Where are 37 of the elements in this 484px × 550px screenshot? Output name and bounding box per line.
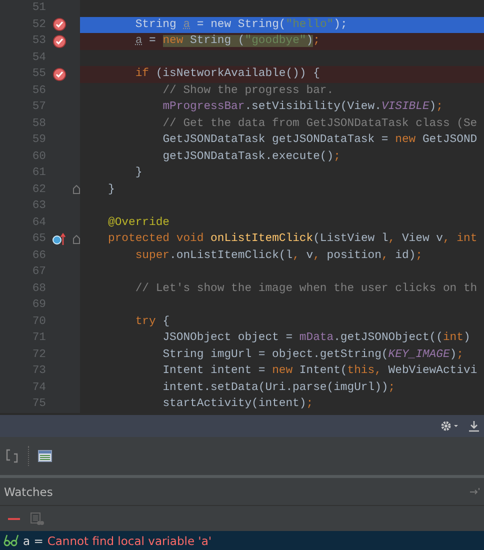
code-line: super.onListItemClick(l, v, position, id); — [134, 250, 422, 262]
breakpoint-icon[interactable] — [52, 34, 66, 48]
watch-name: a = — [23, 534, 44, 548]
breakpoint-icon[interactable] — [52, 18, 66, 32]
watch-value: Cannot find local variable 'a' — [47, 534, 212, 548]
code-line: mProgressBar.setVisibility(View.VISIBLE); — [162, 101, 443, 114]
code-line: // Let's show the image when the user clicks on th — [134, 282, 478, 295]
code-line: JSONObject object = mData.getJSONObject((int) — [162, 332, 470, 344]
code-line: intent.setData(Uri.parse(imgUrl)); — [162, 382, 396, 394]
code-line: // Show the progress bar. — [162, 84, 334, 97]
download-icon[interactable] — [468, 420, 480, 432]
code-line: String a = new String("hello"); — [134, 18, 348, 31]
watch-settings-icon[interactable] — [30, 512, 44, 526]
code-line: Intent intent = new Intent(this, WebViewActivi — [162, 365, 478, 378]
table-icon[interactable] — [38, 450, 52, 462]
code-line: if (isNetworkAvailable()) { — [134, 68, 320, 80]
settings-icon[interactable] — [440, 420, 460, 432]
code-line: startActivity(intent); — [162, 398, 314, 410]
fold-icon[interactable] — [72, 234, 80, 244]
fold-icon[interactable] — [72, 185, 80, 194]
code-line: // Get the data from GetJSONDataTask class (Se — [162, 118, 478, 130]
breakpoint-icon[interactable] — [52, 68, 66, 81]
code-line: } — [108, 184, 115, 196]
code-line: @Override — [108, 216, 170, 229]
code-line: } — [134, 167, 142, 180]
hide-icon[interactable] — [470, 488, 480, 495]
remove-icon[interactable] — [8, 516, 20, 520]
watch-row[interactable]: a = Cannot find local variable 'a' — [0, 531, 484, 550]
code-line: try { — [134, 316, 170, 328]
glasses-icon — [3, 534, 19, 547]
code-line: getJSONDataTask.execute(); — [162, 150, 340, 163]
code-line: protected void onListItemClick(ListView l, View v, int — [108, 233, 478, 246]
panel-title: Watches — [4, 484, 53, 498]
code-line: GetJSONDataTask getJSONDataTask = new GetJSOND — [162, 134, 478, 146]
restore-layout-icon[interactable] — [6, 449, 20, 463]
code-line: String imgUrl = object.getString(KEY_IMAGE); — [162, 348, 464, 361]
override-icon[interactable] — [52, 232, 66, 246]
